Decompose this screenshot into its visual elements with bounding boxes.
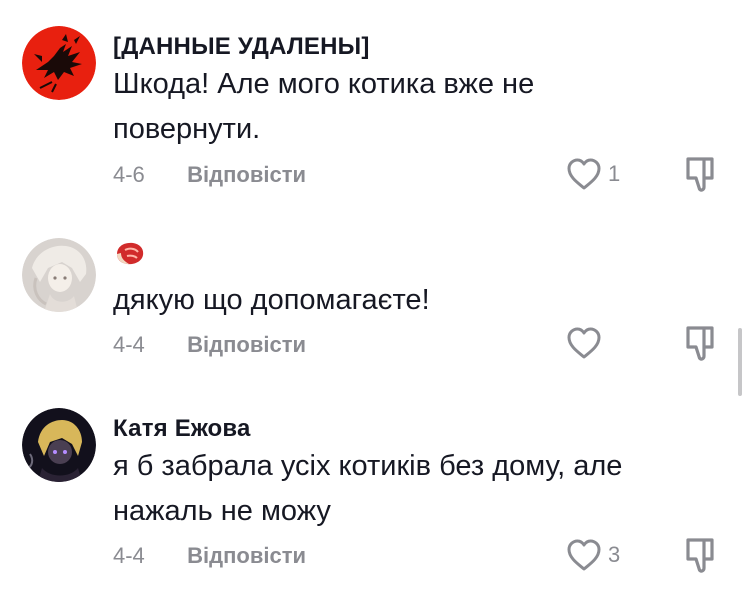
meat-emoji-icon[interactable] [113,238,147,268]
dark-anime-avatar-icon [22,408,96,482]
comment-meta: 4-6 Відповісти [113,162,306,188]
comment-text: Шкода! Але мого котика вже не повернути. [113,62,673,152]
comment-text-line: повернути. [113,113,261,145]
like-count: 3 [608,542,621,567]
comment-meta: 4-4 Відповісти [113,332,306,358]
dislike-button[interactable] [682,535,722,575]
like-button[interactable] [566,323,608,363]
thumbs-down-outline-icon [686,326,714,361]
thumbs-down-outline-icon [686,157,714,192]
comment-text-line: нажаль не можу [113,495,331,527]
heart-outline-icon [567,327,601,359]
comment-meta: 4-4 Відповісти [113,543,306,569]
comment-text-line: Шкода! Але мого котика вже не [113,68,535,100]
dislike-button[interactable] [682,323,722,363]
anime-girl-avatar-icon [22,238,96,312]
scrollbar[interactable] [738,328,742,396]
dislike-button[interactable] [682,154,722,194]
comment-text: дякую що допомагаєте! [113,278,673,323]
reply-button[interactable]: Відповісти [187,543,306,568]
heart-outline-icon [567,158,601,190]
avatar[interactable] [22,408,96,482]
avatar[interactable] [22,238,96,312]
comment-date: 4-4 [113,543,145,568]
avatar[interactable] [22,26,96,100]
comment-author[interactable]: Катя Ежова [113,415,251,443]
comment-text-line: дякую що допомагаєте! [113,284,430,316]
comment-date: 4-4 [113,332,145,357]
like-count: 1 [608,161,621,186]
comment-text-line: я б забрала усіх котиків без дому, але [113,450,623,482]
reply-button[interactable]: Відповісти [187,162,306,187]
red-dragon-avatar-icon [22,26,96,100]
comment-date: 4-6 [113,162,145,187]
comment-text: я б забрала усіх котиків без дому, але н… [113,444,673,534]
heart-outline-icon [567,539,601,571]
like-button[interactable]: 3 [566,535,620,575]
reply-button[interactable]: Відповісти [187,332,306,357]
comment-author[interactable]: [ДАННЫЕ УДАЛЕНЫ] [113,33,370,61]
thumbs-down-outline-icon [686,538,714,573]
like-button[interactable]: 1 [566,154,620,194]
